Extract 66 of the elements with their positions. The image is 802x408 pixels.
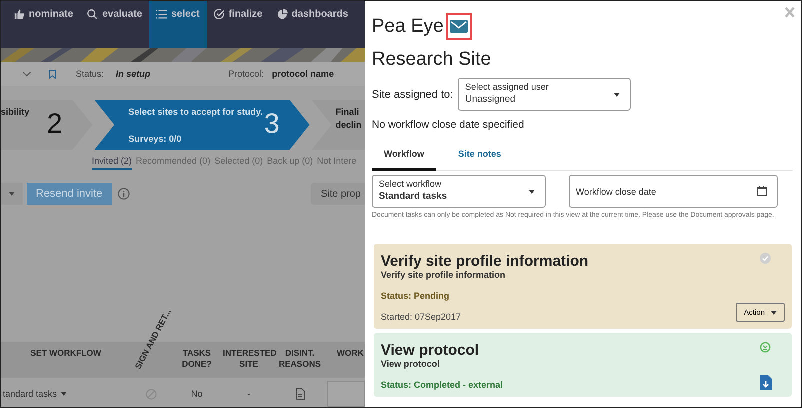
caret-icon bbox=[614, 92, 620, 96]
drawer-tab[interactable]: Site notes bbox=[446, 147, 514, 171]
nav-tab[interactable]: evaluate bbox=[80, 1, 150, 48]
nav-tab[interactable]: dashboards bbox=[270, 1, 356, 48]
table-cell-text: - bbox=[246, 389, 252, 399]
site-profile-button[interactable]: Site prop bbox=[310, 183, 365, 205]
column-header: SET WORKFLOW bbox=[30, 348, 102, 360]
nav-tab[interactable]: select bbox=[149, 1, 207, 48]
status-value: In setup bbox=[116, 69, 151, 79]
assigned-label: Site assigned to: bbox=[372, 88, 454, 100]
task-title: View protocol bbox=[381, 342, 480, 360]
caret-icon bbox=[61, 392, 68, 396]
column-header: DISINT. REASONS bbox=[278, 348, 322, 370]
process-step[interactable]: Finali declin bbox=[312, 100, 365, 150]
step-number: 2 bbox=[47, 108, 63, 140]
task-title: Verify site profile information bbox=[381, 253, 589, 270]
site-role: Research Site bbox=[372, 49, 492, 71]
task-subtitle: View protocol bbox=[381, 359, 440, 370]
caret-icon bbox=[9, 192, 15, 196]
task-status: Status: Pending bbox=[381, 291, 450, 302]
document-download-icon[interactable] bbox=[760, 375, 772, 390]
step-label: sibility bbox=[1, 106, 31, 119]
nav-tab[interactable]: finalize bbox=[206, 1, 270, 48]
search-icon bbox=[87, 9, 98, 20]
task-subtitle: Verify site profile information bbox=[381, 270, 506, 280]
thumbs-up-icon bbox=[14, 9, 25, 20]
step-number: 3 bbox=[264, 108, 280, 140]
close-date-field[interactable]: Workflow close date bbox=[569, 175, 778, 208]
step-label: declin bbox=[336, 118, 363, 132]
protocol-label: Protocol: bbox=[228, 69, 264, 79]
assigned-user-select[interactable]: Select assigned user Unassigned bbox=[458, 78, 632, 111]
close-icon[interactable] bbox=[785, 7, 795, 18]
process-step[interactable]: Select sites to accept for study. Surveys: 0/0 3 bbox=[94, 100, 310, 150]
column-header: WORK bbox=[336, 348, 365, 360]
mail-icon[interactable] bbox=[450, 20, 468, 33]
check-circle-icon bbox=[760, 253, 771, 264]
filter-tab[interactable]: Invited (2) bbox=[92, 156, 132, 170]
task-status: Status: Completed - external bbox=[381, 380, 504, 390]
dropdown-button[interactable] bbox=[1, 183, 23, 205]
step-label: Finali bbox=[336, 106, 360, 119]
caret-icon bbox=[771, 310, 777, 315]
close-date-note: No workflow close date specified bbox=[372, 119, 524, 131]
bookmark-icon[interactable] bbox=[49, 70, 56, 78]
calendar-icon[interactable] bbox=[757, 186, 767, 196]
nav-tab[interactable]: nominate bbox=[7, 1, 80, 48]
status-label: Status: bbox=[76, 69, 104, 79]
step-label: Select sites to accept for study. bbox=[128, 106, 264, 119]
disabled-icon bbox=[146, 388, 156, 400]
site-contact-name: Pea Eye bbox=[372, 16, 444, 38]
workflow-select[interactable]: Select workflow Standard tasks bbox=[372, 175, 546, 208]
check-circle-icon bbox=[214, 9, 225, 20]
column-header: INTERESTED SITE bbox=[223, 348, 275, 370]
step-subtext: Surveys: 0/0 bbox=[128, 134, 183, 144]
workflow-dropdown[interactable]: tandard tasks bbox=[3, 389, 131, 399]
table-cell-text: No bbox=[190, 389, 204, 399]
info-icon[interactable] bbox=[118, 188, 130, 200]
pie-chart-icon bbox=[276, 9, 288, 20]
protocol-value: protocol name bbox=[272, 69, 334, 79]
task-started: Started: 07Sep2017 bbox=[381, 312, 462, 322]
list-icon bbox=[156, 9, 168, 20]
drawer-tab[interactable]: Workflow bbox=[372, 147, 436, 171]
caret-icon bbox=[529, 190, 535, 194]
chevron-down-icon[interactable] bbox=[23, 72, 31, 76]
document-icon[interactable] bbox=[296, 388, 304, 400]
process-step[interactable]: sibility 2 bbox=[1, 100, 93, 150]
column-header: TASKS DONE? bbox=[181, 348, 213, 370]
